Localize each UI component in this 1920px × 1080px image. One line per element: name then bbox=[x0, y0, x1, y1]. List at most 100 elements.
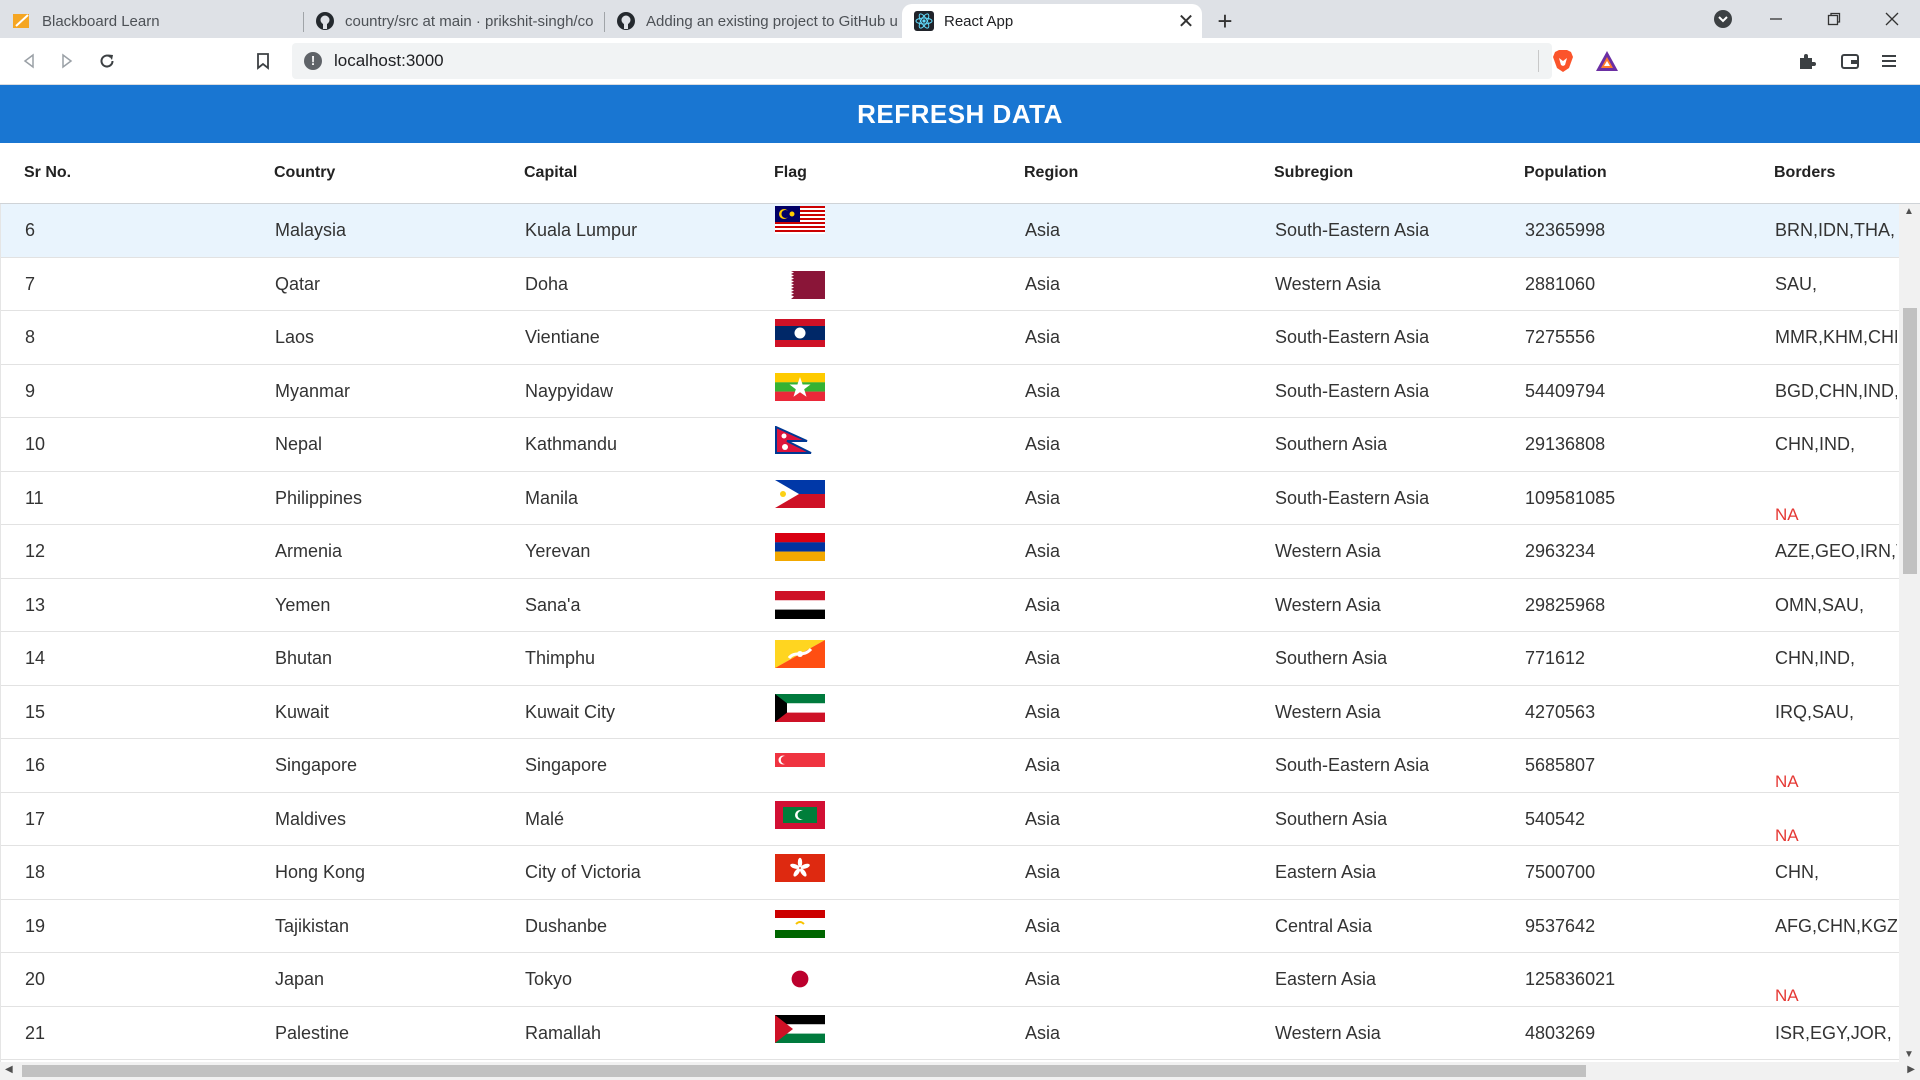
table-row[interactable]: 17 Maldives Malé Asia Southern Asia 540542 NA bbox=[1, 793, 1900, 846]
horizontal-scrollbar[interactable]: ◀ ▶ bbox=[0, 1062, 1920, 1080]
cell-country: Philippines bbox=[275, 487, 363, 508]
restore-icon bbox=[1827, 12, 1841, 26]
cell-capital: Kuwait City bbox=[525, 701, 616, 722]
minimize-button[interactable] bbox=[1748, 0, 1804, 38]
cell-subregion: Western Asia bbox=[1275, 541, 1381, 561]
cell-population: 5685807 bbox=[1525, 755, 1596, 775]
cell-sr-no: 19 bbox=[25, 915, 46, 936]
tab-github-country[interactable]: country/src at main · prikshit-singh/co bbox=[303, 4, 601, 38]
cell-sr-no: 20 bbox=[25, 969, 46, 989]
extensions-button[interactable] bbox=[1792, 46, 1822, 76]
brave-rewards-button[interactable] bbox=[1592, 46, 1622, 76]
vertical-scrollbar-thumb[interactable] bbox=[1903, 308, 1917, 574]
column-header-region: Region bbox=[1024, 164, 1079, 181]
browser-menu-button[interactable] bbox=[1874, 46, 1904, 76]
cell-sr-no: 6 bbox=[25, 220, 36, 240]
refresh-data-button[interactable]: REFRESH DATA bbox=[0, 85, 1920, 143]
table-row[interactable]: 14 Bhutan Thimphu Asia Southern Asia 771612 CH… bbox=[1, 632, 1900, 686]
cell-subregion: Southern Asia bbox=[1275, 808, 1388, 829]
scroll-right-arrow-icon[interactable]: ▶ bbox=[1907, 1064, 1915, 1075]
browser-tab-bar: Blackboard Learn country/src at main · p… bbox=[0, 0, 1920, 38]
cell-capital: Kathmandu bbox=[525, 434, 618, 454]
table-row[interactable]: 18 Hong Kong City of Victoria Asia Eastern A… bbox=[1, 846, 1900, 900]
bhutan-flag bbox=[775, 640, 825, 668]
minimize-icon bbox=[1770, 18, 1782, 20]
cell-population: 771612 bbox=[1525, 648, 1586, 668]
table-row[interactable]: 15 Kuwait Kuwait City Asia Western Asia 42705… bbox=[1, 686, 1900, 739]
table-row[interactable]: 6 Malaysia Kuala Lumpur Asia South-Eastern A… bbox=[1, 204, 1900, 258]
cell-borders: NA bbox=[1775, 772, 1799, 791]
yemen-flag bbox=[775, 590, 825, 619]
table-row[interactable]: 20 Japan Tokyo Asia Eastern Asia 125836021 NA bbox=[1, 953, 1900, 1007]
new-tab-button[interactable]: + bbox=[1210, 6, 1240, 36]
table-row[interactable]: 19 Tajikistan Dushanbe Asia Central Asia 9537… bbox=[1, 900, 1900, 953]
github-icon bbox=[617, 12, 635, 30]
table-row[interactable]: 11 Philippines Manila Asia South-Eastern Asi… bbox=[1, 472, 1900, 525]
cell-country: Qatar bbox=[275, 273, 321, 294]
cell-borders: ISR,EGY,JOR, bbox=[1775, 1022, 1892, 1043]
table-row[interactable]: 21 Palestine Ramallah Asia Western Asia 48032… bbox=[1, 1007, 1900, 1060]
back-button[interactable] bbox=[14, 46, 44, 76]
cell-subregion: Western Asia bbox=[1275, 594, 1381, 615]
forward-button[interactable] bbox=[52, 46, 82, 76]
close-tab-button[interactable]: ✕ bbox=[1173, 8, 1199, 34]
cell-borders: AZE,GEO,IRN,TUR, bbox=[1775, 541, 1897, 561]
cell-region: Asia bbox=[1025, 1022, 1061, 1043]
cell-sr-no: 11 bbox=[25, 487, 44, 508]
cell-population: 2881060 bbox=[1525, 273, 1596, 294]
horizontal-scrollbar-thumb[interactable] bbox=[22, 1065, 1586, 1077]
url-text[interactable]: localhost:3000 bbox=[334, 51, 444, 71]
close-window-button[interactable] bbox=[1864, 0, 1920, 38]
chevron-down-circle-icon bbox=[1714, 10, 1732, 28]
table-row[interactable]: 10 Nepal Kathmandu Asia Southern Asia 2913680… bbox=[1, 418, 1900, 472]
table-row[interactable]: 9 Myanmar Naypyidaw Asia South-Eastern Asia 5… bbox=[1, 365, 1900, 418]
cell-country: Bhutan bbox=[275, 648, 333, 668]
scroll-up-arrow-icon[interactable]: ▲ bbox=[1904, 206, 1914, 217]
cell-region: Asia bbox=[1025, 862, 1061, 882]
table-row[interactable]: 8 Laos Vientiane Asia South-Eastern Asia 7275… bbox=[1, 311, 1900, 365]
vertical-scrollbar[interactable]: ▲ ▼ bbox=[1899, 204, 1920, 1062]
cell-region: Asia bbox=[1025, 273, 1061, 294]
tab-github-adding[interactable]: Adding an existing project to GitHub u bbox=[604, 4, 902, 38]
column-header-country: Country bbox=[274, 164, 336, 181]
address-bar[interactable]: ! localhost:3000 bbox=[292, 43, 1552, 79]
tab-blackboard[interactable]: Blackboard Learn bbox=[0, 4, 300, 38]
close-icon bbox=[1885, 12, 1899, 26]
cell-borders: SAU, bbox=[1775, 273, 1818, 294]
brave-shields-button[interactable] bbox=[1548, 46, 1578, 76]
cell-capital: Dushanbe bbox=[525, 915, 608, 936]
wallet-button[interactable] bbox=[1835, 46, 1865, 76]
cell-population: 29136808 bbox=[1525, 434, 1606, 454]
table-row[interactable]: 7 Qatar Doha Asia Western Asia 2881060 SAU, bbox=[1, 258, 1900, 311]
maximize-button[interactable] bbox=[1806, 0, 1862, 38]
table-row[interactable]: 13 Yemen Sana'a Asia Western Asia 29825968 OMN… bbox=[1, 579, 1900, 632]
cell-region: Asia bbox=[1025, 327, 1061, 347]
table-body: 6 Malaysia Kuala Lumpur Asia South-Eastern A… bbox=[0, 204, 1900, 1062]
cell-capital: Singapore bbox=[525, 755, 608, 775]
table-row[interactable]: 16 Singapore Singapore Asia South-Eastern As… bbox=[1, 739, 1900, 793]
cell-population: 9537642 bbox=[1525, 915, 1596, 936]
cell-capital: Manila bbox=[525, 487, 579, 508]
cell-region: Asia bbox=[1025, 594, 1061, 615]
scroll-down-arrow-icon[interactable]: ▼ bbox=[1904, 1049, 1914, 1060]
cell-population: 540542 bbox=[1525, 808, 1586, 829]
reload-button[interactable] bbox=[92, 46, 122, 76]
cell-region: Asia bbox=[1025, 969, 1061, 989]
tab-title: Adding an existing project to GitHub u bbox=[646, 12, 898, 30]
cell-borders: AFG,CHN,KGZ,UZB, bbox=[1775, 915, 1897, 936]
tab-search-button[interactable] bbox=[1695, 0, 1751, 38]
site-info-icon[interactable]: ! bbox=[304, 52, 322, 70]
cell-region: Asia bbox=[1025, 541, 1061, 561]
scroll-left-arrow-icon[interactable]: ◀ bbox=[5, 1064, 13, 1075]
cell-sr-no: 14 bbox=[25, 648, 46, 668]
browser-toolbar: ! localhost:3000 bbox=[0, 38, 1920, 85]
cell-sr-no: 8 bbox=[25, 327, 36, 347]
tab-react-app[interactable]: React App bbox=[902, 4, 1202, 38]
cell-sr-no: 15 bbox=[25, 701, 46, 722]
table-row[interactable]: 12 Armenia Yerevan Asia Western Asia 2963234 A… bbox=[1, 525, 1900, 579]
cell-subregion: South-Eastern Asia bbox=[1275, 755, 1430, 775]
cell-population: 4270563 bbox=[1525, 701, 1596, 722]
cell-borders: BRN,IDN,THA, bbox=[1775, 220, 1896, 240]
column-header-sr-no: Sr No. bbox=[24, 164, 72, 181]
bookmark-button[interactable] bbox=[248, 46, 278, 76]
